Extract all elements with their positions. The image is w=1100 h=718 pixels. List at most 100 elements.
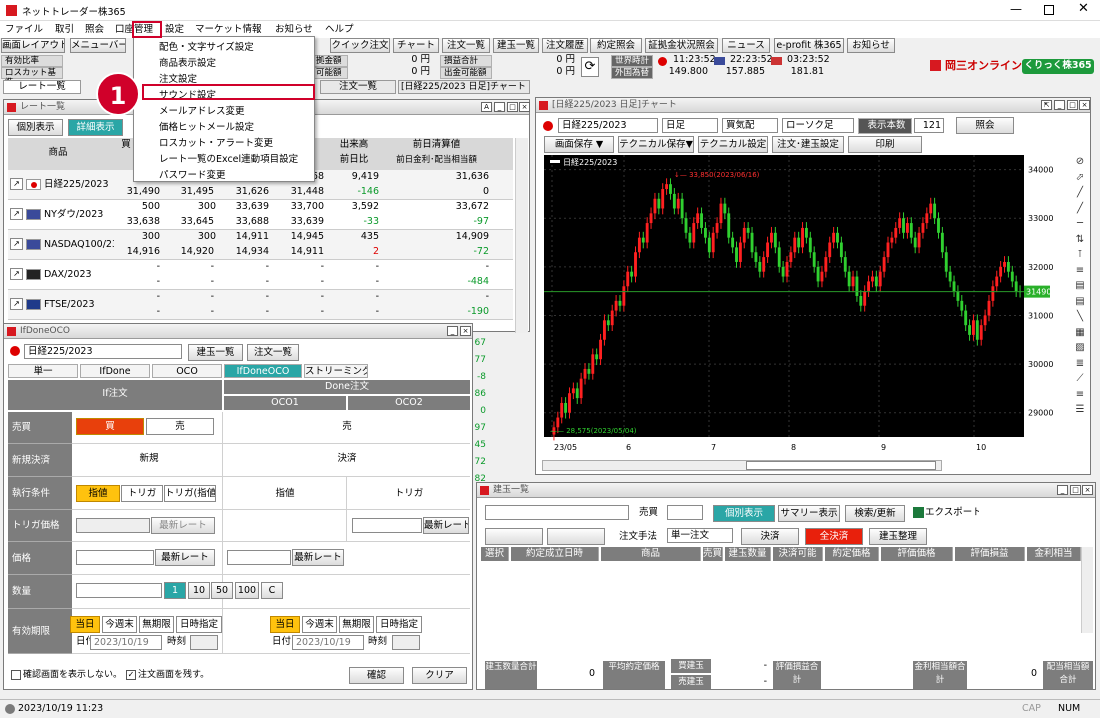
ifdone-tab-4[interactable]: ストリーミング [304, 364, 368, 378]
settings-menu-item-1[interactable]: 商品表示設定 [135, 56, 311, 72]
chart-drawing-tool-icon[interactable]: ▤ [1073, 279, 1087, 293]
toolbar-button-5[interactable]: 約定照会 [590, 38, 642, 53]
window-minimize-icon[interactable]: _ [447, 326, 458, 336]
qty-button-100[interactable]: 100 [235, 582, 259, 599]
oco2-latest-button[interactable]: 最新レート [423, 517, 469, 534]
settings-menu-item-7[interactable]: レート一覧のExcel連動項目設定 [135, 152, 311, 168]
chart-link-icon[interactable]: ↗ [10, 238, 23, 250]
product-name[interactable]: DAX/2023 [44, 268, 114, 282]
toolbar-button-8[interactable]: e-profit 株365 [774, 38, 844, 53]
menu-item-1[interactable]: 取引 [55, 23, 74, 37]
detail-view-button[interactable]: 詳細表示 [68, 119, 123, 136]
export-button[interactable]: エクスポート [925, 505, 979, 522]
chart-drawing-tool-icon[interactable]: ▤ [1073, 295, 1087, 309]
menu-item-0[interactable]: ファイル [5, 23, 43, 37]
close-button[interactable]: 決済 [741, 528, 799, 545]
menu-item-2[interactable]: 照会 [85, 23, 104, 37]
expiry-button-oco-1[interactable]: 今週末 [302, 616, 337, 633]
window-minimize-icon[interactable]: _ [1054, 100, 1065, 110]
keep-window-checkbox[interactable]: ✓ [126, 670, 136, 680]
chart-style-select[interactable]: ローソク足 [782, 118, 854, 133]
search-refresh-button[interactable]: 検索/更新 [845, 505, 905, 522]
chart-link-icon[interactable]: ↗ [10, 268, 23, 280]
chart-tool-button-4[interactable]: 印刷 [848, 136, 922, 153]
toolbar-button-9[interactable]: お知らせ [847, 38, 895, 53]
ifdone-tab-1[interactable]: IfDone [80, 364, 150, 378]
close-all-button[interactable]: 全決済 [805, 528, 863, 545]
close-icon[interactable]: ✕ [1078, 1, 1089, 16]
toolbar-button-3[interactable]: 建玉一覧 [493, 38, 539, 53]
chart-drawing-tool-icon[interactable]: ⊺ [1073, 248, 1087, 262]
layout-button[interactable]: 画面レイアウト▼ [1, 38, 65, 53]
product-name[interactable]: FTSE/2023 [44, 298, 114, 312]
positions-grid[interactable] [481, 561, 1081, 631]
product-select[interactable]: 日経225/2023 [24, 344, 182, 359]
oco1-price-input[interactable] [227, 550, 291, 565]
settings-menu-item-4[interactable]: メールアドレス変更 [135, 104, 311, 120]
chart-tool-button-2[interactable]: テクニカル設定 [698, 136, 768, 153]
expiry-button-2[interactable]: 無期限 [139, 616, 174, 633]
confirm-button[interactable]: 確認 [349, 667, 404, 684]
qty-button-C[interactable]: C [261, 582, 283, 599]
menu-item-4[interactable]: 設定 [165, 23, 184, 37]
window-close-icon[interactable]: × [1082, 485, 1093, 495]
menu-item-7[interactable]: ヘルプ [325, 23, 354, 37]
ifdone-tab-3[interactable]: IfDoneOCO [224, 364, 302, 378]
side-select[interactable] [667, 505, 703, 520]
cond-trigger-button[interactable]: トリガ [121, 485, 163, 502]
tab-chart[interactable]: [日経225/2023 日足]チャート [398, 80, 530, 94]
maximize-icon[interactable] [1044, 5, 1054, 15]
expiry-button-0[interactable]: 当日 [70, 616, 100, 633]
window-close-icon[interactable]: × [1079, 100, 1090, 110]
deselect-all-button[interactable] [547, 528, 605, 545]
expiry-button-oco-0[interactable]: 当日 [270, 616, 300, 633]
toolbar-button-7[interactable]: ニュース [722, 38, 770, 53]
oco2-trigger-input[interactable] [352, 518, 422, 533]
chart-product-select[interactable]: 日経225/2023 [558, 118, 658, 133]
window-pin-icon[interactable]: ⇱ [1041, 100, 1052, 110]
refresh-icon[interactable]: ⟳ [581, 57, 599, 77]
position-product-select[interactable] [485, 505, 629, 520]
toolbar-button-1[interactable]: チャート [393, 38, 439, 53]
chart-tool-button-1[interactable]: テクニカル保存▼ [618, 136, 694, 153]
price-input[interactable] [76, 550, 154, 565]
rate-scrollbar[interactable] [515, 138, 528, 333]
chart-drawing-tool-icon[interactable]: ⊘ [1073, 155, 1087, 169]
chart-drawing-tool-icon[interactable]: ▦ [1073, 326, 1087, 340]
toolbar-button-6[interactable]: 証拠金状況照会 [645, 38, 718, 53]
confirm-skip-checkbox[interactable] [11, 670, 21, 680]
qty-button-1[interactable]: 1 [164, 582, 186, 599]
date-input[interactable]: 2023/10/19 [90, 635, 162, 650]
inquiry-button[interactable]: 照会 [956, 117, 1014, 134]
toolbar-button-4[interactable]: 注文履歴 [542, 38, 588, 53]
buy-button[interactable]: 買 [76, 418, 144, 435]
ifdone-tab-0[interactable]: 単一 [8, 364, 78, 378]
qty-button-10[interactable]: 10 [188, 582, 210, 599]
chart-link-icon[interactable]: ↗ [10, 178, 23, 190]
candlestick-chart[interactable]: 34000 33000 32000 31000 30000 29000 23/05 6 7 8 9 1… [544, 155, 1067, 455]
window-close-icon[interactable]: × [519, 102, 530, 112]
qty-input[interactable] [76, 583, 162, 598]
menu-item-5[interactable]: マーケット情報 [195, 23, 262, 37]
trigger-latest-button[interactable]: 最新レート [151, 517, 215, 534]
window-maximize-icon[interactable]: □ [507, 102, 518, 112]
chart-drawing-tool-icon[interactable]: ⟋ [1073, 372, 1087, 386]
time-input[interactable] [190, 635, 218, 650]
order-method-select[interactable]: 単一注文 [667, 528, 733, 543]
settings-menu-item-5[interactable]: 価格ヒットメール設定 [135, 120, 311, 136]
order-list-button[interactable]: 注文一覧 [247, 344, 299, 361]
chart-drawing-tool-icon[interactable]: ╱ [1073, 186, 1087, 200]
date-input-oco[interactable]: 2023/10/19 [292, 635, 364, 650]
count-input[interactable]: 121 [914, 118, 944, 133]
window-pin-icon[interactable]: A [481, 102, 492, 112]
chart-tool-button-3[interactable]: 注文･建玉設定 [772, 136, 844, 153]
tab-rate-list[interactable]: レート一覧 [3, 80, 81, 94]
settings-menu-item-8[interactable]: パスワード変更 [135, 168, 311, 184]
chart-drawing-tool-icon[interactable]: ≡ [1073, 388, 1087, 402]
product-name[interactable]: NASDAQ100/23 [44, 238, 114, 252]
expiry-button-3[interactable]: 日時指定 [176, 616, 222, 633]
chart-drawing-tool-icon[interactable]: ⬀ [1073, 171, 1087, 185]
qty-button-50[interactable]: 50 [211, 582, 233, 599]
positions-scrollbar[interactable] [1081, 547, 1093, 633]
chart-drawing-tool-icon[interactable]: ╲ [1073, 310, 1087, 324]
